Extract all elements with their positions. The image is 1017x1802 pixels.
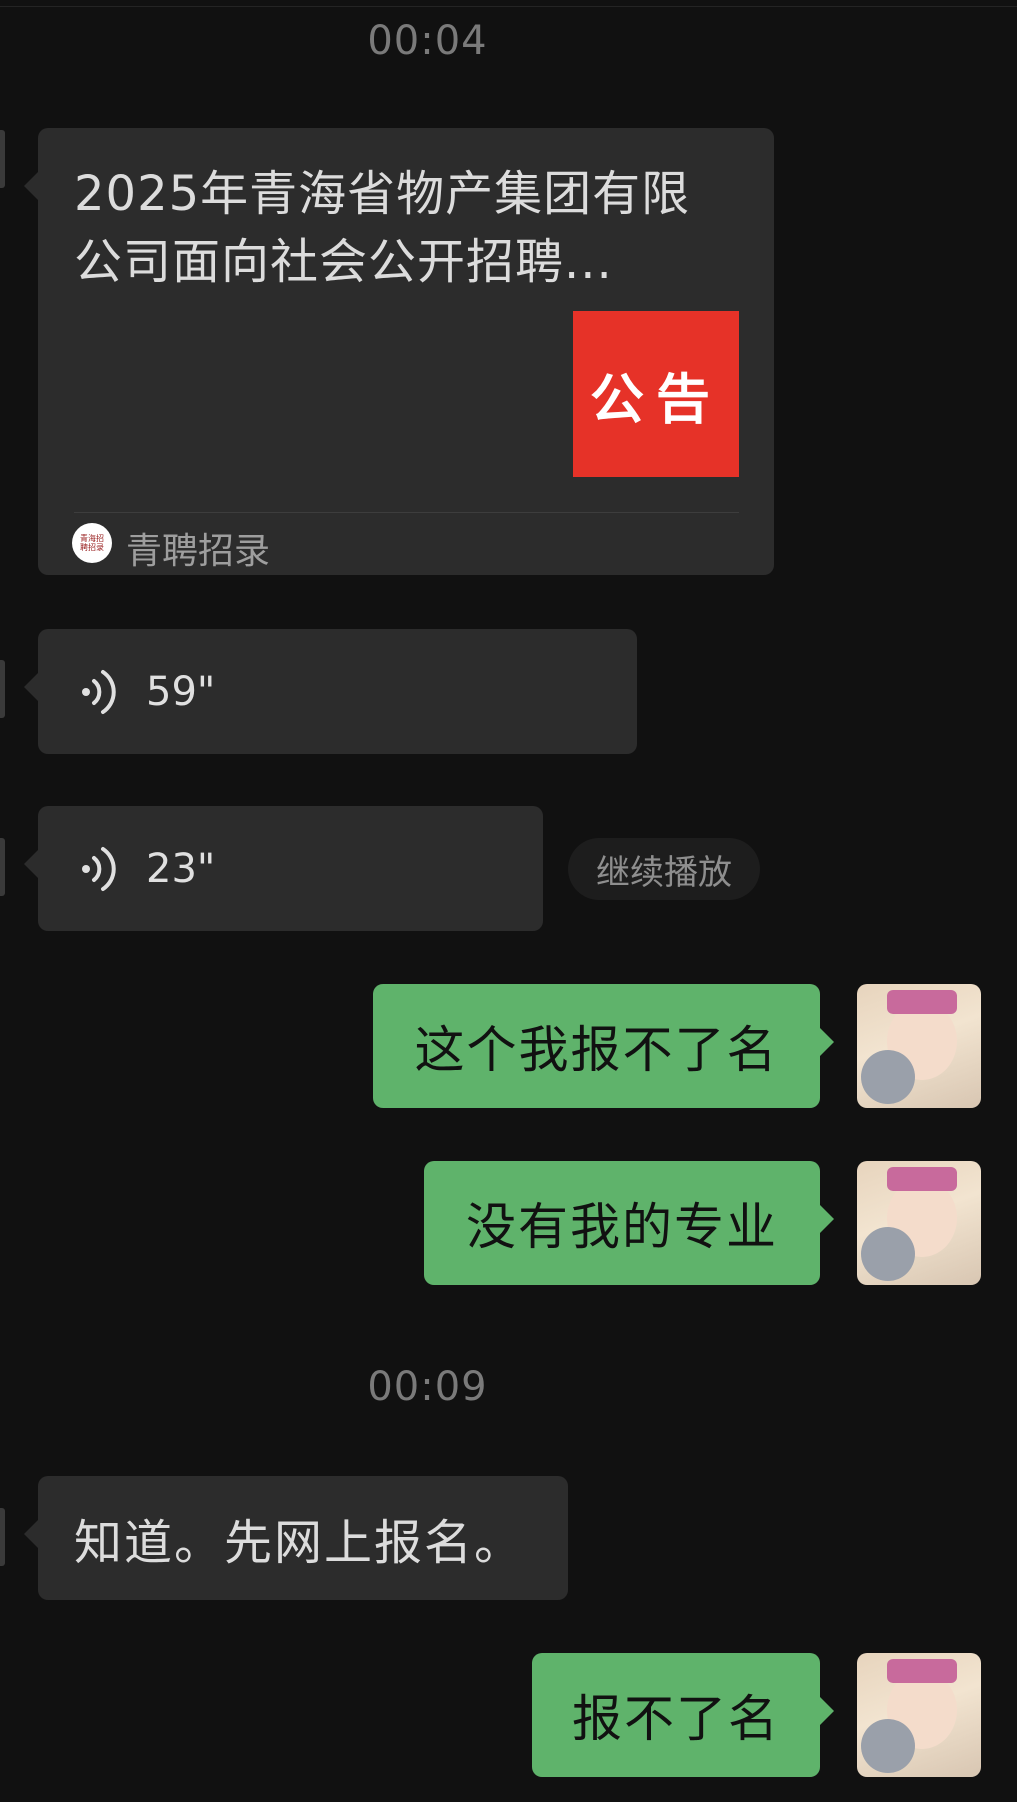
sender-avatar-edge[interactable] (0, 838, 5, 896)
message-text: 知道。先网上报名。 (74, 1515, 525, 1571)
avatar[interactable] (857, 1161, 981, 1285)
top-divider (0, 6, 1017, 7)
source-name: 青聘招录 (126, 531, 271, 572)
article-title: 2025年青海省物产集团有限公司面向社会公开招聘... (74, 166, 691, 290)
timestamp: 00:09 (367, 1364, 488, 1410)
avatar[interactable] (857, 984, 981, 1108)
voice-message[interactable]: 23" (24, 806, 543, 931)
avatar[interactable] (857, 1653, 981, 1777)
card-divider (74, 512, 739, 513)
continue-playback-button[interactable]: 继续播放 (568, 838, 760, 900)
timestamp: 00:04 (367, 18, 488, 64)
outgoing-message[interactable]: 这个我报不了名 (373, 984, 834, 1108)
voice-wave-icon (82, 670, 116, 714)
message-text: 没有我的专业 (466, 1198, 778, 1256)
voice-wave-icon (82, 847, 116, 891)
announcement-thumb-text: 公告 (590, 367, 722, 431)
voice-duration: 23" (146, 846, 216, 892)
voice-duration: 59" (146, 669, 216, 715)
incoming-message[interactable]: 知道。先网上报名。 (24, 1476, 568, 1600)
sender-avatar-edge[interactable] (0, 660, 5, 718)
source-logo-icon: 青海招聘招录 (72, 523, 112, 563)
sender-avatar-edge[interactable] (0, 1508, 5, 1566)
article-card[interactable]: 2025年青海省物产集团有限公司面向社会公开招聘... 公告 青海招聘招录 青聘… (24, 128, 774, 575)
voice-message[interactable]: 59" (24, 629, 637, 754)
message-text: 报不了名 (572, 1690, 780, 1748)
outgoing-message[interactable]: 报不了名 (532, 1653, 834, 1777)
sender-avatar-edge[interactable] (0, 130, 5, 188)
article-thumbnail: 公告 (573, 311, 739, 477)
outgoing-message[interactable]: 没有我的专业 (424, 1161, 834, 1285)
message-text: 这个我报不了名 (414, 1021, 779, 1079)
